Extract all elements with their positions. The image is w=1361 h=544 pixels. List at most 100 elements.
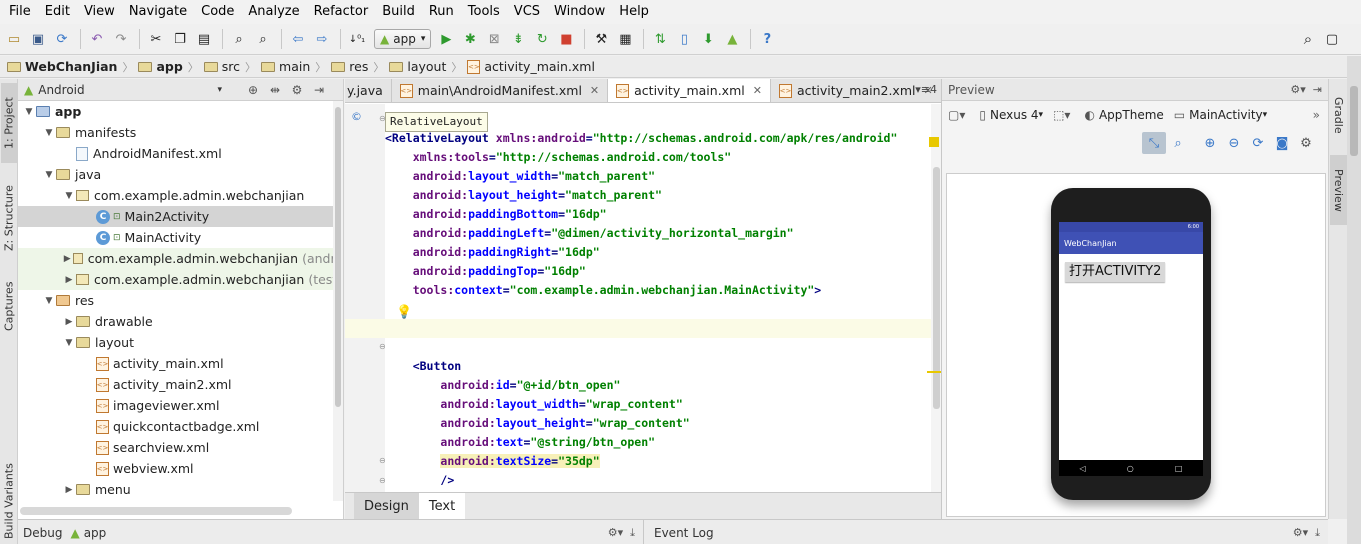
code-line[interactable]: android:paddingRight="16dp"	[385, 243, 933, 262]
editor-tab[interactable]: <> activity_main.xml ✕	[608, 79, 771, 102]
preview-header-icons[interactable]: ⚙▾ ⇥	[1290, 83, 1322, 96]
menu-vcs[interactable]: VCS	[507, 0, 547, 24]
refresh-icon[interactable]: ⟳	[1246, 132, 1270, 154]
code-line[interactable]	[385, 338, 933, 357]
collapse-arrow-icon[interactable]: ▶	[62, 254, 73, 264]
android-monitor-icon[interactable]: ▲	[721, 28, 743, 50]
code-line[interactable]: android:paddingBottom="16dp"	[385, 205, 933, 224]
expand-arrow-icon[interactable]: ▼	[42, 296, 56, 306]
expand-arrow-icon[interactable]: ▼	[42, 170, 56, 180]
breadcrumb-item[interactable]: res	[328, 59, 371, 74]
help-icon[interactable]: ?	[756, 28, 778, 50]
menu-edit[interactable]: Edit	[38, 0, 77, 24]
tool-tab-captures[interactable]: Captures	[1, 271, 17, 341]
tab-text[interactable]: Text	[418, 493, 466, 519]
code-line[interactable]: <Button	[385, 357, 933, 376]
breadcrumb-item[interactable]: WebChanJian	[4, 59, 120, 74]
tool-tab-preview[interactable]: Preview	[1330, 155, 1347, 225]
undo-icon[interactable]: ↶	[86, 28, 108, 50]
tree-item[interactable]: <> activity_main2.xml	[18, 374, 343, 395]
project-vertical-scrollbar[interactable]	[333, 101, 343, 501]
breadcrumb-item[interactable]: main	[258, 59, 313, 74]
tree-item[interactable]: ▼ manifests	[18, 122, 343, 143]
expand-arrow-icon[interactable]: ▼	[22, 107, 36, 117]
code-line[interactable]: android:textSize="35dp"	[385, 452, 933, 471]
debug-panel-header[interactable]: Debug ▲ app ⚙▾ ⤓	[18, 520, 644, 544]
tree-item[interactable]: C ⊡ MainActivity	[18, 227, 343, 248]
gradle-sync-icon[interactable]: ⇅	[649, 28, 671, 50]
tree-item[interactable]: <> activity_main.xml	[18, 353, 343, 374]
warning-line-marker[interactable]	[927, 371, 941, 373]
gear-icon[interactable]: ⚙	[1294, 132, 1318, 154]
event-log-header[interactable]: Event Log ⚙▾ ⤓	[649, 520, 1328, 544]
menu-window[interactable]: Window	[547, 0, 612, 24]
coverage-icon[interactable]: ⊠	[483, 28, 505, 50]
code-line[interactable]: android:layout_height="match_parent"	[385, 186, 933, 205]
screenshot-icon[interactable]: ◙	[1270, 132, 1294, 154]
tool-tab-build-variants[interactable]: Build Variants	[1, 459, 17, 544]
tool-tab-gradle[interactable]: Gradle	[1330, 83, 1347, 147]
menu-code[interactable]: Code	[194, 0, 241, 24]
zoom-in-icon[interactable]: ⊕	[1198, 132, 1222, 154]
hide-panel-icon[interactable]: ⇥	[308, 83, 330, 97]
code-area[interactable]: <RelativeLayout xmlns:android="http://sc…	[345, 129, 933, 509]
expand-arrow-icon[interactable]: ▼	[42, 128, 56, 138]
forward-icon[interactable]: ⇨	[311, 28, 333, 50]
lightbulb-icon[interactable]: 💡	[396, 305, 412, 320]
menu-analyze[interactable]: Analyze	[241, 0, 306, 24]
editor-tab[interactable]: <> main\AndroidManifest.xml ✕	[392, 79, 609, 102]
redo-icon[interactable]: ↷	[110, 28, 132, 50]
menu-tools[interactable]: Tools	[461, 0, 507, 24]
tree-item[interactable]: <> searchview.xml	[18, 437, 343, 458]
project-structure-icon[interactable]: ⚒	[590, 28, 612, 50]
tab-overflow-menu[interactable]: ▾≡4	[915, 83, 937, 96]
zoom-out-icon[interactable]: ⊖	[1222, 132, 1246, 154]
tree-item[interactable]: <> webview.xml	[18, 458, 343, 479]
copy-icon[interactable]: ❐	[169, 28, 191, 50]
code-line[interactable]: tools:context="com.example.admin.webchan…	[385, 281, 933, 300]
open-folder-icon[interactable]: ▭	[3, 28, 25, 50]
tree-item[interactable]: ▶ menu	[18, 479, 343, 500]
paste-icon[interactable]: ▤	[193, 28, 215, 50]
close-icon[interactable]: ✕	[753, 84, 762, 97]
project-horizontal-scrollbar[interactable]	[20, 507, 292, 515]
tool-tab-project[interactable]: 1: Project	[1, 83, 17, 163]
save-icon[interactable]: ▣	[27, 28, 49, 50]
zoom-actual-icon[interactable]: ⤡	[1142, 132, 1166, 154]
sync-icon[interactable]: ⟳	[51, 28, 73, 50]
event-log-icons[interactable]: ⚙▾ ⤓	[1293, 526, 1320, 540]
tree-item[interactable]: AndroidManifest.xml	[18, 143, 343, 164]
debug-icon[interactable]: ✱	[459, 28, 481, 50]
stop-icon[interactable]: ■	[555, 28, 577, 50]
close-icon[interactable]: ✕	[590, 84, 599, 97]
orientation-select[interactable]: ⬚▾	[1053, 108, 1074, 122]
layout-icon[interactable]: ▦	[614, 28, 636, 50]
tree-item[interactable]: ▶ com.example.admin.webchanjian (andro	[18, 248, 343, 269]
tree-item[interactable]: ▶ drawable	[18, 311, 343, 332]
code-line[interactable]: xmlns:tools="http://schemas.android.com/…	[385, 148, 933, 167]
menu-refactor[interactable]: Refactor	[307, 0, 376, 24]
code-line[interactable]	[345, 319, 933, 338]
tab-design[interactable]: Design	[354, 493, 419, 519]
menu-help[interactable]: Help	[612, 0, 656, 24]
attach-debugger-icon[interactable]: ⇟	[507, 28, 529, 50]
sdk-manager-icon[interactable]: ⬇	[697, 28, 719, 50]
tree-item[interactable]: <> quickcontactbadge.xml	[18, 416, 343, 437]
breadcrumb-item[interactable]: src	[201, 59, 243, 74]
render-mode-select[interactable]: ▢▾	[948, 108, 969, 122]
tree-item[interactable]: ▼ app	[18, 101, 343, 122]
code-line[interactable]: android:paddingTop="16dp"	[385, 262, 933, 281]
tree-item[interactable]: ▶ com.example.admin.webchanjian (test)	[18, 269, 343, 290]
more-icon[interactable]: »	[1313, 108, 1320, 122]
code-line[interactable]: />	[385, 471, 933, 490]
theme-select[interactable]: ◐ AppTheme	[1084, 108, 1163, 122]
search-everywhere-icon[interactable]: ⌕	[1297, 28, 1319, 50]
find-icon[interactable]: ⌕	[228, 28, 250, 50]
collapse-all-icon[interactable]: ⇹	[264, 83, 286, 97]
breadcrumb-item[interactable]: <> activity_main.xml	[464, 59, 598, 74]
activity-select[interactable]: ▭ MainActivity ▾	[1174, 108, 1267, 122]
expand-arrow-icon[interactable]: ▼	[62, 191, 76, 201]
gear-icon[interactable]: ⚙	[286, 83, 308, 97]
code-line[interactable]: android:layout_width="wrap_content"	[385, 395, 933, 414]
cut-icon[interactable]: ✂	[145, 28, 167, 50]
